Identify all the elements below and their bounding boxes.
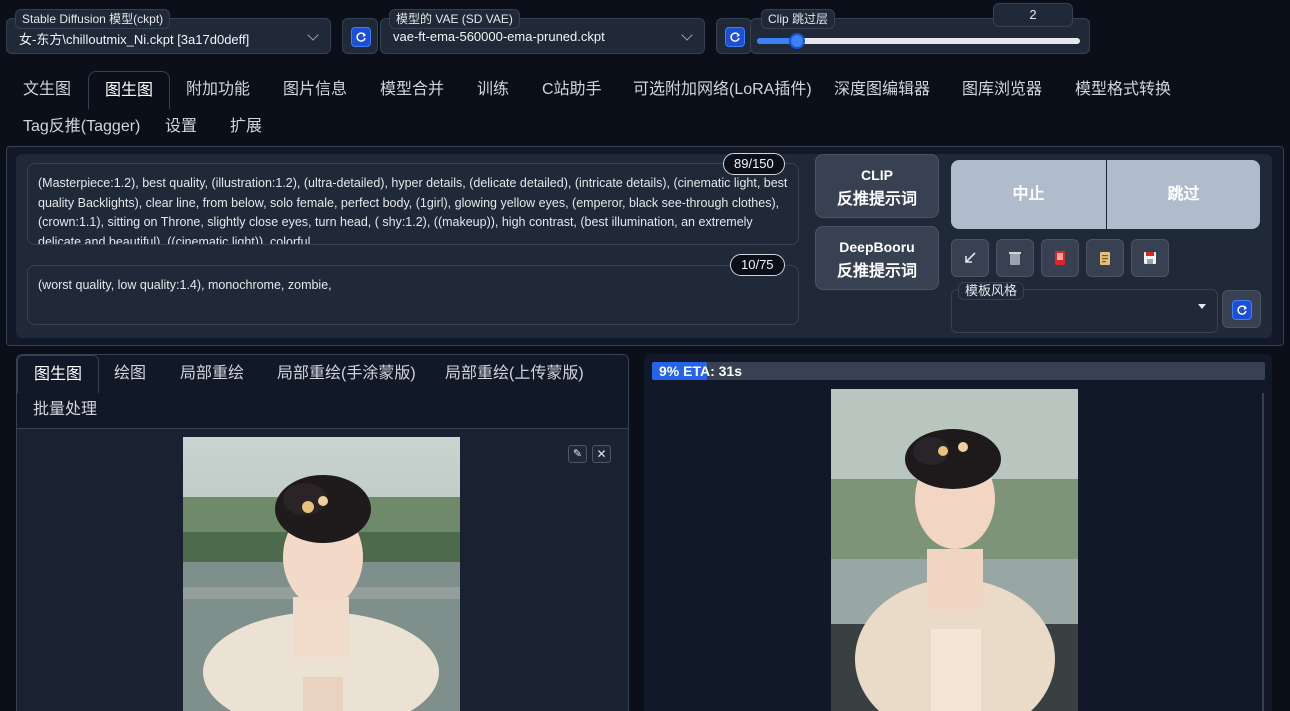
clipboard-icon — [1100, 252, 1110, 265]
deepbooru-interrogate-sub: 反推提示词 — [836, 263, 917, 280]
save-icon — [1144, 252, 1156, 264]
progress-text: 9% ETA: 31s — [659, 363, 742, 379]
subtab-inpaint-sketch[interactable]: 局部重绘(手涂蒙版) — [261, 355, 432, 393]
model-select-value: 女-东方\chilloutmix_Ni.ckpt [3a17d0deff] — [19, 32, 250, 47]
clip-skip-value-box[interactable]: 2 — [993, 3, 1073, 27]
arrow-icon — [965, 252, 976, 263]
tab-txt2img[interactable]: 文生图 — [7, 71, 87, 109]
clip-skip-panel: Clip 跳过层 2 — [750, 3, 1090, 54]
close-icon: ✕ — [596, 447, 607, 461]
tab-image-browser[interactable]: 图库浏览器 — [946, 71, 1058, 109]
refresh-icon — [1237, 305, 1247, 315]
refresh-vae-button[interactable] — [725, 27, 745, 47]
tab-depth-editor[interactable]: 深度图编辑器 — [818, 71, 946, 109]
caret-down-icon — [1198, 304, 1206, 309]
positive-prompt-text: (Masterpiece:1.2), best quality, (illust… — [38, 176, 788, 245]
tab-train[interactable]: 训练 — [461, 71, 525, 109]
tab-settings[interactable]: 设置 — [149, 108, 213, 146]
clip-interrogate-title: CLIP — [861, 167, 893, 183]
edit-image-button[interactable]: ✎ — [568, 445, 587, 463]
red-card-icon — [1055, 251, 1065, 265]
vae-select-label: 模型的 VAE (SD VAE) — [389, 9, 520, 29]
skip-button[interactable]: 跳过 — [1107, 160, 1260, 229]
refresh-model-button[interactable] — [351, 27, 371, 47]
style-select-label: 模板风格 — [958, 282, 1025, 300]
subtab-inpaint-upload[interactable]: 局部重绘(上传蒙版) — [429, 355, 600, 393]
interrupt-button[interactable]: 中止 — [951, 160, 1106, 229]
progress-bar-track: 9% ETA: 31s — [652, 362, 1265, 380]
send-arrow-button[interactable] — [951, 239, 989, 277]
refresh-icon — [356, 32, 366, 42]
negative-prompt-text: (worst quality, low quality:1.4), monoch… — [38, 278, 332, 292]
trash-icon — [1009, 252, 1021, 265]
refresh-styles-button[interactable] — [1232, 300, 1252, 320]
interrupt-label: 中止 — [1012, 186, 1045, 203]
vae-refresh-wrap — [716, 18, 752, 54]
tab-extensions[interactable]: 扩展 — [214, 108, 278, 146]
subtab-inpaint[interactable]: 局部重绘 — [164, 355, 260, 393]
model-select[interactable]: Stable Diffusion 模型(ckpt) 女-东方\chilloutm… — [6, 9, 331, 54]
vae-select-value: vae-ft-ema-560000-ema-pruned.ckpt — [393, 29, 605, 44]
negative-prompt-input[interactable]: (worst quality, low quality:1.4), monoch… — [27, 265, 799, 325]
tab-png-info[interactable]: 图片信息 — [267, 71, 363, 109]
apply-style-button[interactable] — [1086, 239, 1124, 277]
input-image — [183, 437, 460, 711]
positive-token-counter: 89/150 — [723, 153, 785, 175]
clip-skip-slider-thumb[interactable] — [789, 33, 805, 49]
show-extra-networks-button[interactable] — [1041, 239, 1079, 277]
vae-select[interactable]: 模型的 VAE (SD VAE) vae-ft-ema-560000-ema-p… — [380, 9, 705, 54]
negative-token-counter: 10/75 — [730, 254, 785, 276]
deepbooru-interrogate-title: DeepBooru — [839, 239, 915, 255]
refresh-icon — [730, 32, 740, 42]
clip-skip-value: 2 — [1029, 7, 1037, 22]
tab-civitai-helper[interactable]: C站助手 — [526, 71, 618, 109]
chevron-down-icon — [307, 29, 319, 41]
style-select[interactable]: 模板风格 — [951, 282, 1218, 333]
pencil-icon: ✎ — [572, 448, 583, 460]
model-select-label: Stable Diffusion 模型(ckpt) — [15, 9, 171, 29]
deepbooru-interrogate-button[interactable]: DeepBooru 反推提示词 — [815, 226, 939, 290]
style-refresh-wrap — [1222, 290, 1261, 328]
positive-prompt-input[interactable]: (Masterpiece:1.2), best quality, (illust… — [27, 163, 799, 245]
tab-tagger[interactable]: Tag反推(Tagger) — [7, 108, 156, 146]
save-style-button[interactable] — [1131, 239, 1169, 277]
clip-skip-label: Clip 跳过层 — [761, 9, 836, 29]
tab-additional-networks[interactable]: 可选附加网络(LoRA插件) — [617, 71, 828, 109]
output-image — [831, 389, 1078, 711]
chevron-down-icon — [681, 29, 693, 41]
clear-image-button[interactable]: ✕ — [592, 445, 611, 463]
model-refresh-wrap — [342, 18, 378, 54]
clip-interrogate-sub: 反推提示词 — [836, 191, 917, 208]
clip-interrogate-button[interactable]: CLIP 反推提示词 — [815, 154, 939, 218]
tab-checkpoint-merger[interactable]: 模型合并 — [364, 71, 460, 109]
skip-label: 跳过 — [1167, 186, 1200, 203]
tab-extras[interactable]: 附加功能 — [170, 71, 266, 109]
clip-skip-slider-track[interactable] — [757, 38, 1080, 44]
tab-img2img[interactable]: 图生图 — [88, 71, 171, 109]
tab-model-converter[interactable]: 模型格式转换 — [1059, 71, 1187, 109]
subtab-batch[interactable]: 批量处理 — [17, 391, 113, 429]
subtab-img2img[interactable]: 图生图 — [17, 355, 100, 393]
output-scrollbar[interactable] — [1262, 393, 1264, 711]
clear-prompt-button[interactable] — [996, 239, 1034, 277]
subtab-sketch[interactable]: 绘图 — [98, 355, 162, 393]
